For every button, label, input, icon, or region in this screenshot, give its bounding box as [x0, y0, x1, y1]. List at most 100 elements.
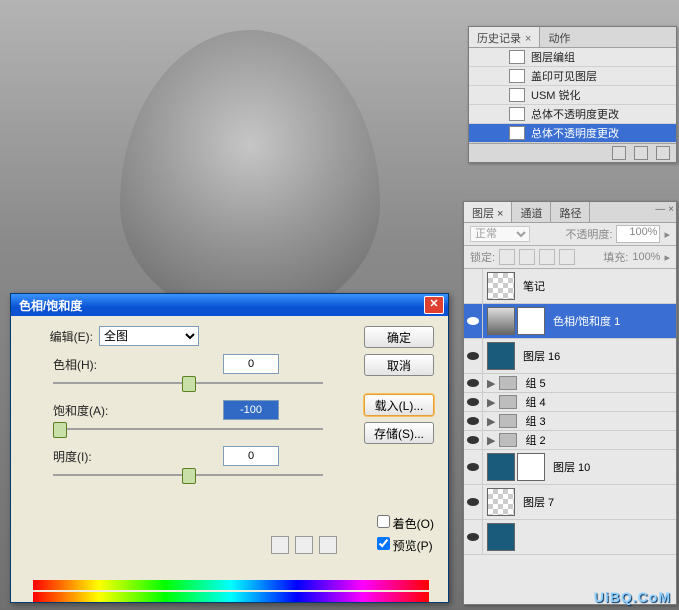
preview-checkbox[interactable]: 预览(P) [373, 534, 434, 554]
tab-layers[interactable]: 图层 × [464, 202, 512, 222]
panel-minimize-icon[interactable]: — × [655, 204, 674, 215]
close-button[interactable]: ✕ [424, 296, 444, 314]
layer-thumbnail[interactable] [487, 488, 515, 516]
layer-name: 组 4 [521, 394, 676, 410]
mask-thumbnail[interactable] [517, 453, 545, 481]
layer-group-row[interactable]: ▶组 5 [464, 374, 676, 393]
colorize-checkbox[interactable]: 着色(O) [373, 512, 434, 532]
history-item[interactable]: 盖印可见图层 [469, 67, 676, 86]
saturation-slider[interactable] [53, 422, 323, 436]
tab-channels[interactable]: 通道 [512, 202, 551, 222]
layer-row[interactable]: 图层 7 [464, 485, 676, 520]
trash-icon[interactable] [656, 146, 670, 160]
new-document-icon[interactable] [612, 146, 626, 160]
chevron-right-icon[interactable]: ▸ [664, 251, 670, 264]
eye-icon [467, 533, 479, 541]
lightness-input[interactable] [223, 446, 279, 466]
slider-thumb[interactable] [53, 422, 67, 438]
lock-pixels-icon[interactable] [519, 249, 535, 265]
layer-name: 组 3 [521, 413, 676, 429]
eye-icon [467, 498, 479, 506]
layer-name: 图层 7 [519, 494, 676, 510]
history-item[interactable]: 总体不透明度更改 [469, 124, 676, 143]
history-item[interactable]: USM 锐化 [469, 86, 676, 105]
layer-group-row[interactable]: ▶ 组 4 [464, 393, 676, 412]
adjustment-thumbnail[interactable] [487, 307, 515, 335]
visibility-toggle[interactable] [464, 412, 483, 430]
edit-select[interactable]: 全图 [99, 326, 199, 346]
mask-thumbnail[interactable] [517, 307, 545, 335]
visibility-toggle[interactable] [464, 393, 483, 411]
slider-thumb[interactable] [182, 468, 196, 484]
expand-arrow-icon[interactable]: ▶ [487, 396, 495, 409]
visibility-toggle[interactable] [464, 520, 483, 554]
eye-icon [467, 436, 479, 444]
layer-row[interactable]: 图层 10 [464, 450, 676, 485]
visibility-toggle[interactable] [464, 269, 483, 303]
snapshot-icon[interactable] [634, 146, 648, 160]
visibility-toggle[interactable] [464, 450, 483, 484]
cancel-button[interactable]: 取消 [364, 354, 434, 376]
edit-label: 编辑(E): [23, 328, 99, 345]
expand-arrow-icon[interactable]: ▶ [487, 415, 495, 428]
tab-actions[interactable]: 动作 [540, 27, 578, 47]
tab-history[interactable]: 历史记录 × [469, 27, 540, 47]
lock-position-icon[interactable] [539, 249, 555, 265]
layer-row[interactable]: 图层 16 [464, 339, 676, 374]
lock-transparency-icon[interactable] [499, 249, 515, 265]
history-panel: 历史记录 × 动作 图层编组 盖印可见图层 USM 锐化 总体不透明度更改 总体不… [468, 26, 677, 163]
lightness-label: 明度(I): [53, 448, 133, 465]
load-button[interactable]: 载入(L)... [364, 394, 434, 416]
lightness-slider[interactable] [53, 468, 323, 482]
visibility-toggle[interactable] [464, 431, 483, 449]
eye-icon [467, 317, 479, 325]
layer-thumbnail[interactable] [487, 523, 515, 551]
close-icon[interactable]: × [525, 33, 531, 45]
lock-all-icon[interactable] [559, 249, 575, 265]
colorize-check-input[interactable] [377, 515, 390, 528]
expand-arrow-icon[interactable]: ▶ [487, 377, 495, 390]
layer-row[interactable] [464, 520, 676, 555]
preview-check-input[interactable] [377, 537, 390, 550]
ok-button[interactable]: 确定 [364, 326, 434, 348]
save-button[interactable]: 存储(S)... [364, 422, 434, 444]
visibility-toggle[interactable] [464, 304, 483, 338]
history-item[interactable]: 图层编组 [469, 48, 676, 67]
folder-icon [499, 395, 517, 409]
layer-thumbnail[interactable] [487, 272, 515, 300]
chevron-right-icon[interactable]: ▸ [664, 228, 670, 241]
tab-history-label: 历史记录 [477, 33, 521, 45]
opacity-label: 不透明度: [565, 226, 612, 242]
visibility-toggle[interactable] [464, 485, 483, 519]
hue-slider[interactable] [53, 376, 323, 390]
layer-group-row[interactable]: ▶ 组 3 [464, 412, 676, 431]
saturation-input[interactable] [223, 400, 279, 420]
dialog-titlebar[interactable]: 色相/饱和度 ✕ [11, 294, 448, 316]
colorize-label: 着色(O) [393, 517, 434, 531]
eyedropper-icon[interactable] [271, 536, 289, 554]
dialog-body: 编辑(E): 全图 色相(H): 饱和度(A): 明度(I): 确定 取消 载入… [11, 316, 448, 610]
fill-value[interactable]: 100% [632, 251, 660, 263]
opacity-value[interactable]: 100% [616, 225, 660, 243]
layer-thumbnail[interactable] [487, 342, 515, 370]
visibility-toggle[interactable] [464, 339, 483, 373]
layer-group-row[interactable]: ▶ 组 2 [464, 431, 676, 450]
layer-name: 组 2 [521, 432, 676, 448]
layer-row[interactable]: 色相/饱和度 1 [464, 304, 676, 339]
blend-mode-select[interactable]: 正常 [470, 226, 530, 242]
eyedropper-add-icon[interactable] [295, 536, 313, 554]
hue-spectrum-top [33, 580, 429, 590]
history-list: 图层编组 盖印可见图层 USM 锐化 总体不透明度更改 总体不透明度更改 [469, 48, 676, 143]
hue-input[interactable] [223, 354, 279, 374]
eyedropper-subtract-icon[interactable] [319, 536, 337, 554]
visibility-toggle[interactable] [464, 374, 483, 392]
expand-arrow-icon[interactable]: ▶ [487, 434, 495, 447]
slider-thumb[interactable] [182, 376, 196, 392]
tab-paths[interactable]: 路径 [551, 202, 590, 222]
layer-thumbnail[interactable] [487, 453, 515, 481]
dialog-title: 色相/饱和度 [15, 297, 424, 314]
layer-row[interactable]: 笔记 [464, 269, 676, 304]
close-icon[interactable]: × [494, 208, 503, 220]
history-item[interactable]: 总体不透明度更改 [469, 105, 676, 124]
lock-label: 锁定: [470, 249, 495, 265]
